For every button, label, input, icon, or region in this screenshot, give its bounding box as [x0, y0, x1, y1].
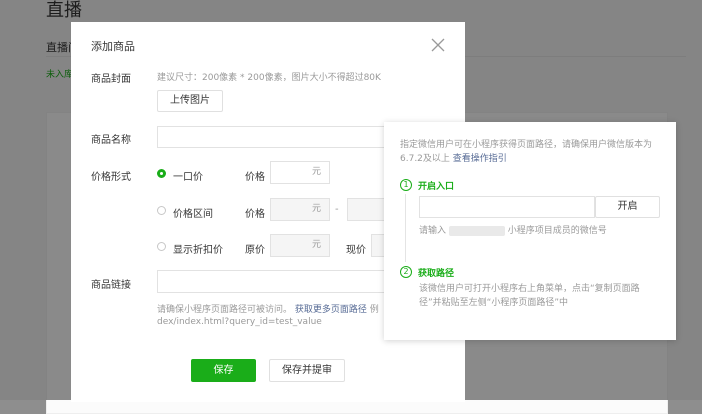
- range-separator: -: [335, 204, 339, 215]
- fixed-price-input[interactable]: 元: [270, 161, 330, 184]
- price-range-label: 价格区间: [173, 209, 213, 220]
- link-hint: 请确保小程序页面路径可被访问。 获取更多页面路径 例: [157, 302, 379, 315]
- radio-discount-price[interactable]: [157, 242, 166, 251]
- enable-entry-button[interactable]: 开启: [595, 196, 660, 218]
- range-price-label: 价格: [245, 209, 265, 220]
- upload-image-button[interactable]: 上传图片: [157, 90, 223, 112]
- fixed-price-label: 一口价: [173, 172, 203, 183]
- range-max-input[interactable]: [347, 198, 387, 221]
- save-button[interactable]: 保存: [191, 359, 256, 382]
- step-2-description: 该微信用户可打开小程序右上角菜单，点击“复制页面路径”并粘贴至左侧“小程序页面路…: [419, 284, 640, 308]
- link-hint-text: 请确保小程序页面路径可被访问。: [157, 305, 293, 315]
- redacted-name: [448, 225, 505, 236]
- dialog-title: 添加商品: [91, 40, 135, 53]
- popover-intro-text: 指定微信用户可在小程序获得页面路径，请确保用户微信版本为6.7.2及以上: [400, 140, 653, 164]
- hint-suffix: 小程序项目成员的微信号: [507, 226, 607, 236]
- current-price-label: 现价: [346, 245, 366, 256]
- unit-label: 元: [311, 167, 321, 177]
- radio-price-range[interactable]: [157, 206, 166, 215]
- price-type-label: 价格形式: [91, 172, 131, 183]
- product-link-input[interactable]: [157, 270, 397, 293]
- step-1-number: 1: [400, 179, 412, 191]
- save-and-submit-button[interactable]: 保存并提审: [269, 359, 345, 382]
- step-1-label: 开启入口: [418, 182, 455, 192]
- guide-link[interactable]: 查看操作指引: [453, 154, 507, 164]
- link-example-path: dex/index.html?query_id=test_value: [157, 317, 322, 327]
- cover-hint: 建议尺寸：200像素 * 200像素，图片大小不得超过80K: [157, 73, 381, 83]
- step-2-number: 2: [400, 266, 412, 278]
- link-example-prefix: 例: [369, 305, 379, 315]
- original-price-label: 原价: [245, 245, 265, 256]
- radio-fixed-price[interactable]: [157, 169, 166, 178]
- range-min-input[interactable]: 元: [270, 198, 330, 221]
- wechat-id-hint: 请输入 小程序项目成员的微信号: [419, 224, 607, 238]
- wechat-id-input[interactable]: [419, 196, 595, 218]
- price-label: 价格: [245, 172, 265, 183]
- popover-intro: 指定微信用户可在小程序获得页面路径，请确保用户微信版本为6.7.2及以上 查看操…: [400, 138, 660, 166]
- close-icon[interactable]: [429, 36, 447, 54]
- step-2-label: 获取路径: [418, 269, 455, 279]
- path-help-popover: 指定微信用户可在小程序获得页面路径，请确保用户微信版本为6.7.2及以上 查看操…: [384, 122, 676, 340]
- hint-prefix: 请输入: [419, 226, 447, 236]
- cover-label: 商品封面: [91, 74, 131, 85]
- unit-label: 元: [311, 240, 321, 250]
- name-label: 商品名称: [91, 135, 131, 146]
- discount-price-label: 显示折扣价: [173, 245, 223, 256]
- link-label: 商品链接: [91, 280, 131, 291]
- unit-label: 元: [311, 204, 321, 214]
- step-connector: [405, 194, 406, 262]
- original-price-input[interactable]: 元: [270, 234, 330, 257]
- more-paths-link[interactable]: 获取更多页面路径: [295, 305, 367, 315]
- product-name-input[interactable]: [157, 126, 397, 148]
